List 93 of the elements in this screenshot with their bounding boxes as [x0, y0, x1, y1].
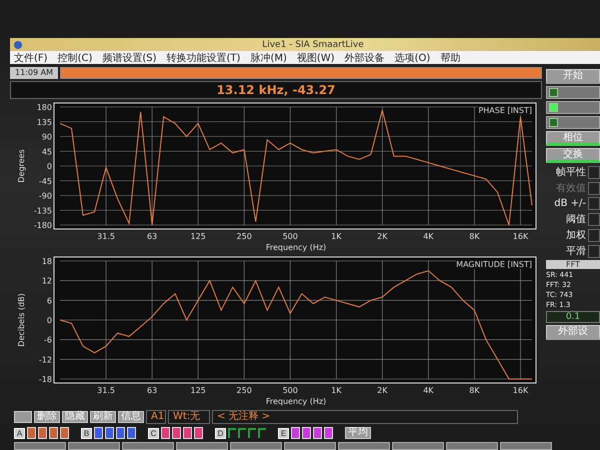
blank-button[interactable] [446, 442, 498, 450]
tick-label: -18 [38, 375, 52, 384]
tick-label: 4K [423, 232, 434, 241]
menu-item[interactable]: 频谱设置(S) [102, 50, 157, 64]
app-icon [14, 40, 22, 48]
trace-letter[interactable]: A [14, 428, 25, 438]
tick-label: 45 [42, 147, 52, 156]
section-header: FFT [546, 260, 600, 269]
tick-label: 500 [282, 232, 298, 241]
axis-title: Frequency (Hz) [266, 397, 326, 406]
blank-button[interactable] [122, 442, 174, 450]
menu-item[interactable]: 转换功能设置(T) [166, 50, 240, 64]
tick-label: 90 [42, 132, 52, 142]
tick-label: 18 [42, 257, 52, 266]
option-field[interactable] [588, 166, 600, 178]
trace-swatch-icon[interactable] [228, 428, 236, 438]
axis-title: Frequency (Hz) [266, 243, 326, 252]
trace-letter[interactable]: D [215, 428, 226, 438]
tick-label: 1K [331, 232, 342, 241]
axis-title: Decibels (dB) [17, 293, 26, 347]
blank-button[interactable] [14, 442, 66, 450]
option-field[interactable] [588, 212, 600, 226]
menu-item[interactable]: 控制(C) [58, 50, 92, 64]
tick-label: 8K [469, 232, 480, 241]
blank-button[interactable] [68, 442, 120, 450]
cursor-readout: 13.12 kHz, -43.27 [10, 81, 542, 99]
tick-label: 2K [377, 386, 388, 395]
trace-letter[interactable]: E [278, 428, 289, 438]
menu-item[interactable]: 选项(O) [394, 50, 430, 64]
note-field[interactable]: < 无注释 > [212, 410, 518, 424]
tick-label: -6 [44, 336, 52, 345]
tick-label: 16K [512, 386, 528, 395]
option-label: dB +/- [554, 198, 586, 209]
tick-label: 2K [377, 232, 388, 241]
menu-item[interactable]: 脉冲(M) [250, 50, 287, 64]
blank-button[interactable] [284, 442, 336, 450]
clock: 11:09 AM [10, 67, 58, 79]
blank-button[interactable] [500, 442, 552, 450]
tick-label: 180 [36, 103, 52, 112]
tick-label: 4K [423, 386, 434, 395]
tick-label: 0 [46, 162, 52, 171]
tick-label: 250 [236, 232, 252, 241]
tick-label: 250 [236, 386, 252, 395]
tick-label: 125 [190, 232, 206, 241]
menu-item[interactable]: 视图(W) [296, 50, 335, 64]
toggle-button[interactable] [546, 86, 600, 99]
tick-label: 63 [147, 232, 158, 241]
tick-label: 63 [147, 386, 158, 395]
tick-label: -12 [38, 355, 52, 364]
blank-button[interactable] [392, 442, 444, 450]
option-label: 平滑 [566, 245, 586, 258]
chart-title: MAGNITUDE [INST] [456, 260, 532, 269]
tick-label: 31.5 [97, 386, 115, 395]
weight-field: Wt:无 [168, 410, 210, 424]
blank-button[interactable] [14, 411, 32, 423]
tick-label: 31.5 [97, 232, 115, 241]
option-label: 帧平性 [556, 166, 586, 179]
option-label: 阈值 [566, 213, 586, 226]
trace-field: A1 [146, 410, 166, 424]
tick-label: -90 [38, 192, 52, 200]
tick-label: 1K [331, 386, 342, 395]
trace-letter[interactable]: C [148, 428, 159, 438]
tick-label: 8K [469, 386, 480, 395]
tick-label: 12 [42, 276, 52, 286]
tick-label: -180 [34, 221, 52, 230]
axis-title: Degrees [17, 149, 26, 183]
toggle-button[interactable] [546, 101, 600, 114]
option-label: 有效值 [556, 182, 586, 195]
value-field[interactable]: 0.1 [546, 311, 600, 323]
menu-item[interactable]: 文件(F) [14, 50, 48, 64]
trace-swatch-icon[interactable] [248, 428, 256, 438]
chart-title: PHASE [INST] [478, 106, 532, 115]
option-field[interactable] [588, 228, 600, 242]
option-field[interactable] [588, 182, 600, 194]
tick-label: 500 [282, 386, 298, 395]
trace-swatch-icon[interactable] [258, 428, 266, 438]
trace-letter[interactable]: B [81, 428, 92, 438]
tick-label: 0 [46, 316, 52, 325]
tick-label: 135 [36, 118, 52, 127]
tick-label: -135 [34, 206, 52, 216]
tick-label: 125 [190, 386, 206, 395]
option-field[interactable] [588, 244, 600, 258]
blank-button[interactable] [338, 442, 390, 450]
tick-label: -45 [38, 176, 52, 186]
option-field[interactable] [588, 197, 600, 210]
option-label: 加权 [566, 228, 586, 242]
tick-label: 16K [512, 232, 528, 241]
menu-item[interactable]: 外部设备 [344, 50, 385, 64]
trace-swatch-icon[interactable] [238, 428, 246, 438]
toggle-button[interactable] [546, 116, 600, 129]
tick-label: 6 [46, 296, 52, 306]
window-title: Live1 - SIA SmaartLive [261, 40, 365, 50]
menu-item[interactable]: 帮助 [440, 50, 460, 64]
